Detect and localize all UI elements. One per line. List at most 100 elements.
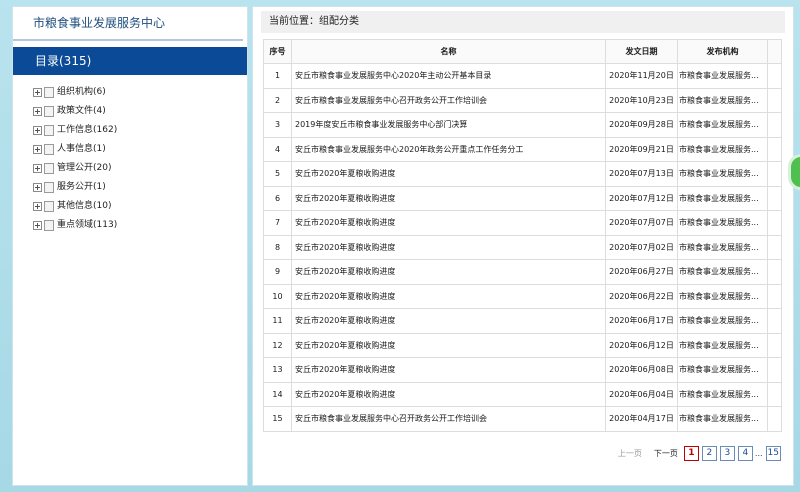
page-link[interactable]: 2 — [701, 445, 717, 461]
row-spacer — [767, 210, 782, 236]
row-title-link[interactable]: 安丘市2020年夏粮收购进度 — [291, 283, 606, 309]
tree-item-label[interactable]: 政策文件(4) — [57, 102, 106, 121]
row-date: 2020年06月04日 — [605, 381, 678, 407]
plus-icon[interactable] — [33, 145, 42, 154]
row-number: 6 — [263, 185, 292, 211]
org-title: 市粮食事业发展服务中心 — [13, 7, 243, 41]
tree-item[interactable]: 政策文件(4) — [33, 102, 247, 121]
main-content: 当前位置：组配分类 序号 名称 发文日期 发布机构 1 安丘市粮食事业发展服务中心… — [252, 6, 794, 486]
plus-icon[interactable] — [33, 202, 42, 211]
row-title-link[interactable]: 安丘市2020年夏粮收购进度 — [291, 332, 606, 358]
row-title-link[interactable]: 安丘市2020年夏粮收购进度 — [291, 381, 606, 407]
page-link-current[interactable]: 1 — [683, 445, 699, 461]
row-number: 1 — [263, 63, 292, 89]
tree-item[interactable]: 人事信息(1) — [33, 140, 247, 159]
row-date: 2020年11月20日 — [605, 63, 678, 89]
tree-item[interactable]: 组织机构(6) — [33, 83, 247, 102]
row-publisher: 市粮食事业发展服务... — [677, 406, 768, 432]
row-number: 9 — [263, 259, 292, 285]
row-number: 14 — [263, 381, 292, 407]
row-publisher: 市粮食事业发展服务... — [677, 234, 768, 260]
row-publisher: 市粮食事业发展服务... — [677, 210, 768, 236]
tree-item-label[interactable]: 服务公开(1) — [57, 178, 106, 197]
row-spacer — [767, 112, 782, 138]
row-date: 2020年07月02日 — [605, 234, 678, 260]
plus-icon[interactable] — [33, 88, 42, 97]
row-title-link[interactable]: 安丘市粮食事业发展服务中心2020年政务公开重点工作任务分工 — [291, 136, 606, 162]
table-row: 10 安丘市2020年夏粮收购进度 2020年06月22日 市粮食事业发展服务... — [263, 283, 782, 309]
row-title-link[interactable]: 安丘市2020年夏粮收购进度 — [291, 308, 606, 334]
row-number: 2 — [263, 87, 292, 113]
row-number: 12 — [263, 332, 292, 358]
page-link[interactable]: 4 — [737, 445, 753, 461]
plus-icon[interactable] — [33, 183, 42, 192]
row-publisher: 市粮食事业发展服务... — [677, 357, 768, 383]
tree-item[interactable]: 工作信息(162) — [33, 121, 247, 140]
row-number: 15 — [263, 406, 292, 432]
breadcrumb: 当前位置：组配分类 — [261, 11, 785, 33]
row-title-link[interactable]: 安丘市粮食事业发展服务中心召开政务公开工作培训会 — [291, 87, 606, 113]
row-title-link[interactable]: 安丘市2020年夏粮收购进度 — [291, 234, 606, 260]
floating-widget[interactable] — [788, 154, 800, 190]
folder-icon — [44, 220, 54, 231]
plus-icon[interactable] — [33, 164, 42, 173]
row-title-link[interactable]: 安丘市粮食事业发展服务中心召开政务公开工作培训会 — [291, 406, 606, 432]
tree-item-label[interactable]: 管理公开(20) — [57, 159, 111, 178]
row-spacer — [767, 357, 782, 383]
folder-icon — [44, 201, 54, 212]
plus-icon[interactable] — [33, 107, 42, 116]
row-spacer — [767, 259, 782, 285]
row-number: 13 — [263, 357, 292, 383]
row-title-link[interactable]: 安丘市2020年夏粮收购进度 — [291, 210, 606, 236]
tree-item-label[interactable]: 工作信息(162) — [57, 121, 117, 140]
row-publisher: 市粮食事业发展服务... — [677, 381, 768, 407]
column-header-title: 名称 — [291, 39, 606, 64]
page-link[interactable]: 3 — [719, 445, 735, 461]
next-page-link[interactable]: 下一页 — [654, 448, 678, 459]
tree-item-label[interactable]: 人事信息(1) — [57, 140, 106, 159]
row-date: 2020年06月22日 — [605, 283, 678, 309]
row-title-link[interactable]: 安丘市粮食事业发展服务中心2020年主动公开基本目录 — [291, 63, 606, 89]
table-row: 1 安丘市粮食事业发展服务中心2020年主动公开基本目录 2020年11月20日 市粮… — [263, 63, 782, 89]
column-header-date: 发文日期 — [605, 39, 678, 64]
tree-item[interactable]: 其他信息(10) — [33, 197, 247, 216]
row-title-link[interactable]: 安丘市2020年夏粮收购进度 — [291, 161, 606, 187]
tree-item[interactable]: 重点领域(113) — [33, 216, 247, 235]
row-publisher: 市粮食事业发展服务... — [677, 308, 768, 334]
table-row: 15 安丘市粮食事业发展服务中心召开政务公开工作培训会 2020年04月17日 市粮食… — [263, 406, 782, 432]
row-publisher: 市粮食事业发展服务... — [677, 332, 768, 358]
row-spacer — [767, 332, 782, 358]
column-header-publisher: 发布机构 — [677, 39, 768, 64]
folder-icon — [44, 125, 54, 136]
row-title-link[interactable]: 2019年度安丘市粮食事业发展服务中心部门决算 — [291, 112, 606, 138]
tree-item-label[interactable]: 其他信息(10) — [57, 197, 111, 216]
plus-icon[interactable] — [33, 221, 42, 230]
row-number: 5 — [263, 161, 292, 187]
row-spacer — [767, 406, 782, 432]
row-title-link[interactable]: 安丘市2020年夏粮收购进度 — [291, 185, 606, 211]
pagination: 上一页 下一页 1 2 3 4 ... 15 — [618, 445, 781, 461]
row-publisher: 市粮食事业发展服务... — [677, 161, 768, 187]
row-date: 2020年06月17日 — [605, 308, 678, 334]
tree-item-label[interactable]: 组织机构(6) — [57, 83, 106, 102]
plus-icon[interactable] — [33, 126, 42, 135]
row-title-link[interactable]: 安丘市2020年夏粮收购进度 — [291, 357, 606, 383]
tree-item-label[interactable]: 重点领域(113) — [57, 216, 117, 235]
table-row: 12 安丘市2020年夏粮收购进度 2020年06月12日 市粮食事业发展服务... — [263, 332, 782, 358]
row-publisher: 市粮食事业发展服务... — [677, 112, 768, 138]
column-header-no: 序号 — [263, 39, 292, 64]
row-number: 4 — [263, 136, 292, 162]
tree-item[interactable]: 服务公开(1) — [33, 178, 247, 197]
row-spacer — [767, 381, 782, 407]
prev-page-link[interactable]: 上一页 — [618, 448, 642, 459]
tree-item[interactable]: 管理公开(20) — [33, 159, 247, 178]
row-title-link[interactable]: 安丘市2020年夏粮收购进度 — [291, 259, 606, 285]
table-header-row: 序号 名称 发文日期 发布机构 — [263, 39, 782, 64]
table-row: 2 安丘市粮食事业发展服务中心召开政务公开工作培训会 2020年10月23日 市粮食事… — [263, 87, 782, 113]
folder-icon — [44, 182, 54, 193]
page-link-last[interactable]: 15 — [765, 445, 781, 461]
page: 市粮食事业发展服务中心 目录(315) 组织机构(6) 政策文件(4) 工作信息… — [0, 0, 800, 492]
catalog-header[interactable]: 目录(315) — [13, 47, 247, 75]
row-spacer — [767, 185, 782, 211]
table-row: 8 安丘市2020年夏粮收购进度 2020年07月02日 市粮食事业发展服务... — [263, 234, 782, 260]
